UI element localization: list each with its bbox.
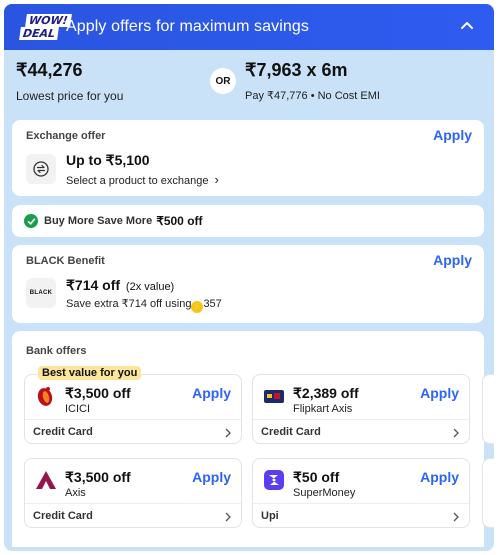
offer-bank-name: ICICI — [65, 403, 91, 415]
bank-offer-flipkart-axis[interactable]: ₹2,389 off Flipkart Axis Apply Credit Ca… — [252, 374, 470, 444]
offer-amount: ₹3,500 off — [65, 385, 131, 401]
supermoney-logo-icon — [264, 470, 284, 490]
bank-offer-supermoney[interactable]: ₹50 off SuperMoney Apply Upi — [252, 458, 470, 528]
best-value-tag: Best value for you — [38, 366, 142, 380]
offer-apply-button[interactable]: Apply — [192, 469, 231, 485]
axis-logo-icon — [36, 471, 56, 489]
supercoin-icon: ⚡ — [191, 300, 204, 313]
badge-line-2: DEAL — [19, 27, 60, 40]
offer-amount: ₹2,389 off — [293, 385, 359, 401]
black-logo: BLACK — [26, 278, 56, 308]
exchange-icon — [26, 154, 56, 184]
offer-apply-button[interactable]: Apply — [420, 469, 459, 485]
offer-amount: ₹50 off — [293, 469, 340, 485]
check-circle-icon — [24, 214, 38, 228]
header-title: Apply offers for maximum savings — [66, 18, 309, 35]
emi-price: ₹7,963 x 6m — [245, 60, 348, 80]
bank-offer-icici[interactable]: ₹3,500 off ICICI Apply Credit Card — [24, 374, 242, 444]
lowest-price-label: Lowest price for you — [16, 89, 124, 103]
wow-deal-badge: WOW! DEAL — [19, 12, 72, 42]
supercoin-count: 357 — [203, 298, 222, 310]
exchange-apply-button[interactable]: Apply — [433, 127, 472, 143]
exchange-description-text: Select a product to exchange — [66, 175, 209, 187]
exchange-title: Exchange offer — [26, 130, 106, 142]
offer-bank-name: Axis — [65, 487, 86, 499]
offers-panel: WOW! DEAL Apply offers for maximum savin… — [4, 4, 494, 551]
offer-payment-type: Credit Card — [33, 426, 93, 438]
offer-divider — [25, 503, 241, 504]
icici-logo-icon — [37, 387, 53, 406]
offer-divider — [253, 419, 469, 420]
buy-more-value: ₹500 off — [156, 214, 203, 228]
offer-divider — [25, 419, 241, 420]
black-title: BLACK Benefit — [26, 255, 105, 267]
black-save-text: Save extra ₹714 off using — [66, 298, 192, 310]
offer-apply-button[interactable]: Apply — [192, 385, 231, 401]
exchange-description[interactable]: Select a product to exchange › — [66, 172, 219, 187]
black-amount: ₹714 off (2x value) — [66, 277, 174, 294]
chevron-right-icon[interactable] — [453, 512, 459, 522]
emi-label: Pay ₹47,776 • No Cost EMI — [245, 90, 380, 102]
bank-offers-title: Bank offers — [26, 345, 87, 357]
chevron-right-icon[interactable] — [453, 428, 459, 438]
offer-payment-type: Upi — [261, 510, 279, 522]
lowest-price: ₹44,276 — [16, 60, 83, 80]
black-amount-value: ₹714 off — [66, 277, 121, 293]
offer-payment-type: Credit Card — [261, 426, 321, 438]
offer-amount: ₹3,500 off — [65, 469, 131, 485]
bank-offer-axis[interactable]: ₹3,500 off Axis Apply Credit Card — [24, 458, 242, 528]
badge-line-1: WOW! — [25, 14, 72, 27]
chevron-up-icon[interactable] — [460, 20, 474, 30]
buy-more-save-more-card: Buy More Save More ₹500 off — [12, 205, 484, 237]
exchange-amount: Up to ₹5,100 — [66, 152, 150, 168]
buy-more-label: Buy More Save More — [44, 215, 153, 227]
offer-apply-button[interactable]: Apply — [420, 385, 459, 401]
offer-payment-type: Credit Card — [33, 510, 93, 522]
exchange-offer-card[interactable]: Exchange offer Apply Up to ₹5,100 Select… — [12, 120, 484, 196]
next-offer-peek[interactable] — [482, 458, 494, 528]
chevron-right-icon[interactable] — [225, 512, 231, 522]
chevron-right-icon[interactable] — [225, 428, 231, 438]
black-multiplier: (2x value) — [125, 281, 175, 293]
next-offer-peek[interactable] — [482, 374, 494, 444]
black-apply-button[interactable]: Apply — [433, 252, 472, 268]
offers-header[interactable]: WOW! DEAL Apply offers for maximum savin… — [4, 4, 494, 50]
or-divider: OR — [210, 68, 236, 94]
offer-bank-name: Flipkart Axis — [293, 403, 353, 415]
black-save-line: Save extra ₹714 off using⚡357 — [66, 297, 222, 313]
offer-divider — [253, 503, 469, 504]
offer-bank-name: SuperMoney — [293, 487, 356, 499]
chevron-right-icon: › — [214, 172, 219, 187]
flipkart-axis-card-icon — [264, 390, 284, 403]
price-summary: ₹44,276 Lowest price for you OR ₹7,963 x… — [16, 58, 486, 113]
black-benefit-card[interactable]: BLACK Benefit Apply BLACK ₹714 off (2x v… — [12, 245, 484, 323]
